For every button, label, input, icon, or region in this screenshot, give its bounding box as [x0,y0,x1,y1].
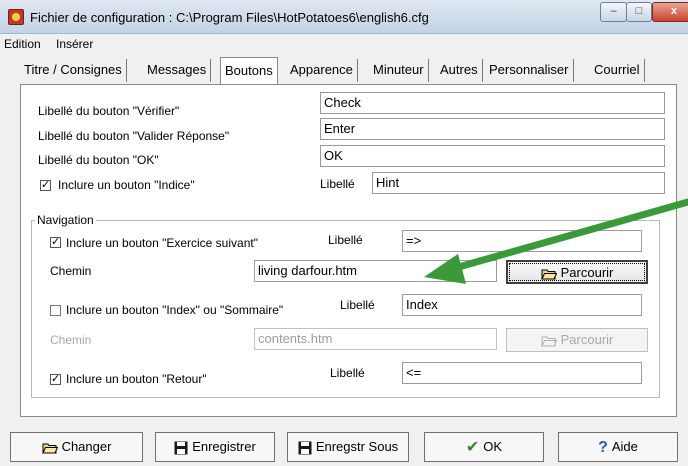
next-exercise-label: Inclure un bouton "Exercice suivant" [66,236,258,250]
tab-minuteur[interactable]: Minuteur [369,59,429,82]
check-label: Libellé du bouton "Vérifier" [38,104,180,118]
next-input[interactable]: => [402,230,642,252]
ok-button-label: OK [483,439,503,454]
tab-personnaliser[interactable]: Personnaliser [485,59,574,82]
ok-button[interactable]: ✔ OK [424,432,544,462]
menu-inserer[interactable]: Insérer [56,37,93,51]
tab-autres[interactable]: Autres [436,59,483,82]
tab-strip: Titre / Consignes Messages Boutons Appar… [20,57,680,85]
index-path-label: Chemin [50,333,92,347]
title-bar: Fichier de configuration : C:\Program Fi… [0,0,688,34]
folder-icon [41,443,58,454]
next-exercise-checkbox[interactable]: ✓ [50,237,61,248]
back-libelle-label: Libellé [330,366,365,380]
index-libelle-label: Libellé [340,298,375,312]
folder-icon [540,336,557,347]
menu-edition[interactable]: Edition [4,37,41,51]
navigation-group-title: Navigation [35,213,96,227]
index-input[interactable]: Index [402,294,642,316]
back-checkbox[interactable]: ✓ [50,374,61,385]
checkmark-icon: ✔ [465,438,480,456]
tab-courriel[interactable]: Courriel [590,59,645,82]
save-button-label: Enregistrer [192,439,256,454]
window-title: Fichier de configuration : C:\Program Fi… [30,10,429,25]
browse-button[interactable]: Parcourir [506,260,648,284]
help-button[interactable]: ? Aide [558,432,678,462]
index-checkbox-label: Inclure un bouton "Index" ou "Sommaire" [66,303,284,317]
index-path-input[interactable]: contents.htm [254,328,497,350]
help-button-label: Aide [611,439,638,454]
next-libelle-label: Libellé [328,233,363,247]
menu-bar: Edition Insérer [0,34,688,54]
ok-label: Libellé du bouton "OK" [38,153,159,167]
close-button[interactable]: x [652,2,688,22]
index-browse-button[interactable]: Parcourir [506,328,648,352]
save-button[interactable]: Enregistrer [155,432,275,462]
next-path-label: Chemin [50,264,92,278]
change-button[interactable]: Changer [10,432,143,462]
minimize-button[interactable]: – [600,2,627,22]
tab-messages[interactable]: Messages [143,59,212,82]
tab-apparence[interactable]: Apparence [286,59,358,82]
tab-titre-consignes[interactable]: Titre / Consignes [20,59,127,82]
hint-checkbox-label: Inclure un bouton "Indice" [58,178,195,192]
save-as-button[interactable]: Enregstr Sous [287,432,409,462]
enter-label: Libellé du bouton "Valider Réponse" [38,129,230,143]
floppy-disk-icon [174,441,188,455]
question-mark-icon: ? [598,438,608,456]
hint-checkbox[interactable]: ✓ [40,180,51,191]
save-as-button-label: Enregstr Sous [315,439,399,454]
ok-input[interactable]: OK [320,145,665,167]
back-checkbox-label: Inclure un bouton "Retour" [66,372,207,386]
check-input[interactable]: Check [320,92,665,114]
index-browse-button-label: Parcourir [560,332,614,347]
hint-input[interactable]: Hint [372,172,665,194]
index-checkbox[interactable] [50,305,61,316]
next-path-input[interactable]: living darfour.htm [254,260,497,282]
app-icon [8,9,24,25]
floppy-disk-icon [298,441,312,455]
config-window: Fichier de configuration : C:\Program Fi… [0,0,688,466]
maximize-button[interactable]: □ [626,2,652,22]
enter-input[interactable]: Enter [320,118,665,140]
back-input[interactable]: <= [402,362,642,384]
browse-button-label: Parcourir [560,265,614,280]
folder-icon [540,269,557,280]
tab-boutons[interactable]: Boutons [220,57,278,84]
hint-libelle-label: Libellé [320,177,355,191]
change-button-label: Changer [61,439,112,454]
